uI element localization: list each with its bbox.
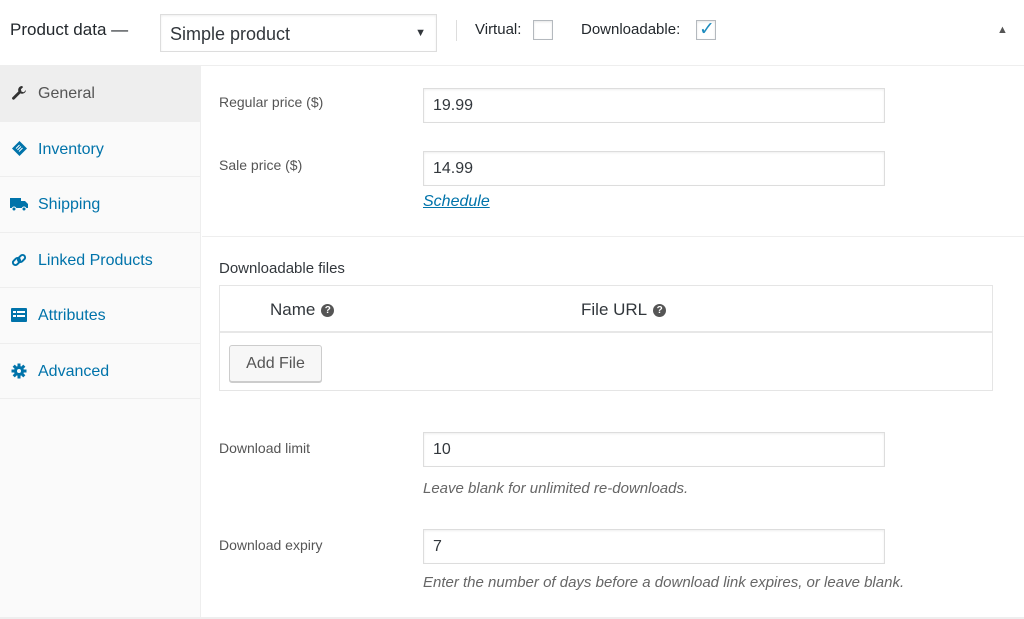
tab-label: Shipping (38, 196, 101, 213)
sale-price-label: Sale price ($) (219, 157, 303, 173)
tab-label: Attributes (38, 307, 106, 324)
column-file-url: File URL? (581, 300, 667, 320)
tab-label: Advanced (38, 362, 110, 380)
regular-price-label: Regular price ($) (219, 94, 324, 110)
download-expiry-input[interactable]: 7 (423, 529, 885, 564)
table-header: Name? File URL? (220, 286, 992, 333)
column-file-url-label: File URL (581, 300, 648, 319)
download-expiry-label: Download expiry (219, 537, 323, 553)
divider (456, 20, 457, 41)
checkmark-icon: ✓ (699, 19, 715, 40)
downloadable-checkbox[interactable]: ✓ (696, 19, 716, 40)
tab-advanced[interactable]: Advanced (0, 344, 200, 399)
column-name-label: Name (270, 300, 316, 319)
pricing-section: Regular price ($) 19.99 Sale price ($) 1… (202, 66, 1024, 237)
collapse-toggle-icon[interactable]: ▲ (997, 24, 1008, 36)
link-icon (10, 251, 28, 269)
virtual-label: Virtual: (475, 21, 522, 38)
tab-linked-products[interactable]: Linked Products (0, 233, 200, 288)
truck-icon (10, 195, 28, 213)
column-name: Name? (270, 300, 335, 320)
product-type-select[interactable]: Simple product ▼ (160, 14, 437, 52)
tab-general[interactable]: General (0, 66, 200, 122)
download-limit-description: Leave blank for unlimited re-downloads. (423, 480, 689, 497)
wrench-icon (10, 84, 28, 102)
list-card-icon (10, 306, 28, 324)
tab-inventory[interactable]: Inventory (0, 122, 200, 177)
regular-price-input[interactable]: 19.99 (423, 88, 885, 123)
schedule-link[interactable]: Schedule (423, 193, 490, 211)
downloadable-files-table: Name? File URL? Add File (219, 285, 993, 391)
virtual-checkbox[interactable] (533, 20, 553, 40)
tab-label: Inventory (38, 140, 104, 158)
downloadable-files-title: Downloadable files (219, 260, 345, 277)
header-title: Product data — (10, 20, 129, 39)
tab-label: Linked Products (38, 251, 153, 269)
help-icon[interactable]: ? (653, 304, 667, 318)
add-file-button[interactable]: Add File (229, 345, 322, 382)
help-icon[interactable]: ? (321, 304, 335, 318)
dropdown-arrow-icon: ▼ (415, 27, 426, 39)
download-limit-input[interactable]: 10 (423, 432, 885, 467)
product-data-header: Product data — Simple product ▼ Virtual:… (0, 0, 1024, 66)
product-type-value: Simple product (170, 24, 291, 44)
download-expiry-description: Enter the number of days before a downlo… (423, 574, 905, 591)
sale-price-input[interactable]: 14.99 (423, 151, 885, 186)
product-data-tabs: General Inventory Shipping Linked Produc… (0, 66, 201, 619)
downloadable-label: Downloadable: (581, 21, 681, 38)
tab-attributes[interactable]: Attributes (0, 288, 200, 344)
tab-shipping[interactable]: Shipping (0, 177, 200, 233)
tag-icon (10, 140, 28, 158)
download-limit-label: Download limit (219, 440, 311, 456)
gear-icon (10, 362, 28, 380)
general-panel: Regular price ($) 19.99 Sale price ($) 1… (202, 66, 1024, 618)
tab-label: General (38, 85, 95, 102)
